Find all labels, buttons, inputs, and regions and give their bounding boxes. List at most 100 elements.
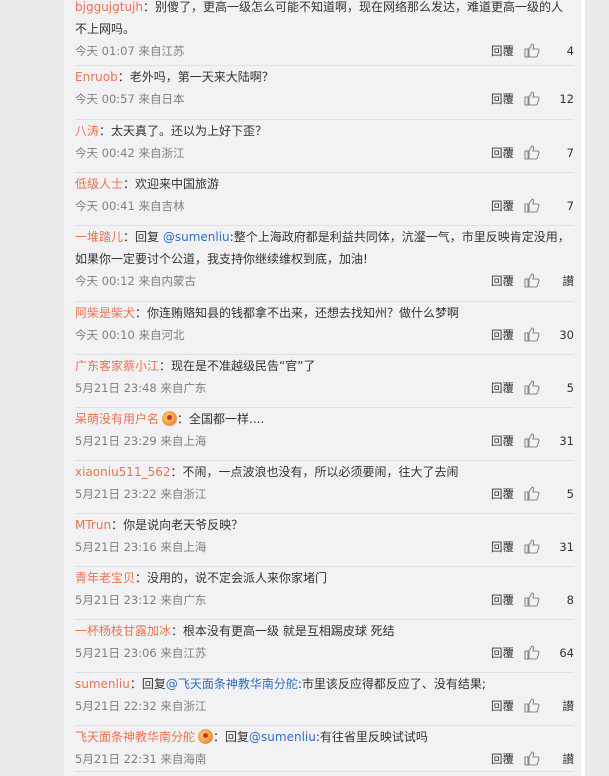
like-button[interactable]: 31 [522, 430, 574, 452]
like-button[interactable]: 讃 [522, 270, 574, 292]
mention-link[interactable]: @sumenliu [249, 730, 316, 744]
like-count: 31 [559, 540, 574, 554]
comment-text: bjggujgtujh：别傻了，更高一级怎么可能不知道啊，现在网络那么发达，难道… [75, 0, 574, 40]
like-count: 12 [559, 92, 574, 106]
comment-username[interactable]: 青年老宝贝 [75, 571, 135, 585]
comment-text: 青年老宝贝：没用的，说不定会派人来你家堵门 [75, 567, 574, 589]
comment-body: ：太天真了。还以为上好下歪？ [99, 124, 268, 138]
comment-item: 一堆踏儿：回复 @sumenliu:整个上海政府都是利益共同体，沆瀣一气，市里反… [75, 226, 574, 302]
comment-meta: 5月21日 23:16 来自上海 回覆 31 [75, 536, 574, 558]
comment-body: ：现在是不准越级民告“官”了 [159, 359, 316, 373]
comment-username[interactable]: 一堆踏儿 [75, 230, 123, 244]
comment-time: 5月21日 23:48 来自广东 [75, 381, 207, 395]
like-count: 7 [566, 146, 574, 160]
reply-button[interactable]: 回覆 [491, 642, 514, 664]
comment-text: 八涛：太天真了。还以为上好下歪？ [75, 120, 574, 142]
comment-body: ：全国都一样.... [177, 412, 265, 426]
reply-button[interactable]: 回覆 [491, 270, 514, 292]
like-button[interactable]: 64 [522, 642, 574, 664]
user-badge-icon [198, 729, 214, 744]
comment-text: xiaoniu511_562：不闹，一点波浪也没有，所以必须要闹，往大了去闹 [75, 461, 574, 483]
comment-item: Enruob：老外吗，第一天来大陆啊？ 今天 00:57 来自日本 回覆 12 [75, 66, 574, 120]
comment-item: 八涛：太天真了。还以为上好下歪？ 今天 00:42 来自浙江 回覆 7 [75, 120, 574, 173]
like-count: 4 [566, 44, 574, 58]
comment-time: 今天 01:07 来自江苏 [75, 44, 185, 58]
reply-button[interactable]: 回覆 [491, 195, 514, 217]
like-count: 64 [559, 646, 574, 660]
thumbs-up-icon [524, 433, 540, 448]
comment-meta: 5月21日 23:48 来自广东 回覆 5 [75, 377, 574, 399]
like-count: 讃 [562, 699, 575, 713]
reply-button[interactable]: 回覆 [491, 536, 514, 558]
comment-username[interactable]: 一杯杨枝甘露加冰 [75, 624, 171, 638]
reply-button[interactable]: 回覆 [491, 377, 514, 399]
comment-username[interactable]: 低级人士 [75, 177, 123, 191]
like-button[interactable]: 30 [522, 324, 574, 346]
thumbs-up-icon [524, 539, 540, 554]
like-button[interactable]: 讃 [522, 748, 574, 770]
comment-username[interactable]: 呆萌没有用户名 [75, 412, 159, 426]
comment-username[interactable]: Enruob [75, 70, 118, 84]
like-button[interactable]: 4 [522, 40, 574, 62]
thumbs-up-icon [524, 91, 540, 106]
thumbs-up-icon [524, 698, 540, 713]
comment-text: 广东客家蔡小江：现在是不准越级民告“官”了 [75, 355, 574, 377]
mention-link[interactable]: @飞天面条神教华南分舵 [166, 677, 298, 691]
comment-username[interactable]: MTrun [75, 518, 111, 532]
like-button[interactable]: 5 [522, 377, 574, 399]
like-count: 8 [566, 593, 574, 607]
like-button[interactable]: 7 [522, 142, 574, 164]
comment-text: 飞天面条神教华南分舵 ：回复@sumenliu:有往省里反映试试吗 [75, 726, 574, 748]
reply-button[interactable]: 回覆 [491, 88, 514, 110]
comment-username[interactable]: bjggujgtujh [75, 0, 143, 14]
comment-username[interactable]: 飞天面条神教华南分舵 [75, 730, 195, 744]
reply-button[interactable]: 回覆 [491, 695, 514, 717]
like-count: 7 [566, 199, 574, 213]
comment-time: 今天 00:10 来自河北 [75, 328, 185, 342]
like-button[interactable]: 12 [522, 88, 574, 110]
comment-item: 一杯杨枝甘露加冰：根本没有更高一级 就是互相踢皮球 死结 5月21日 23:06 … [75, 620, 574, 673]
like-button[interactable]: 8 [522, 589, 574, 611]
comment-meta: 今天 01:07 来自江苏 回覆 4 [75, 40, 574, 62]
comment-body: ：你是说向老天爷反映？ [111, 518, 244, 532]
comment-meta: 今天 00:42 来自浙江 回覆 7 [75, 142, 574, 164]
comment-username[interactable]: 广东客家蔡小江 [75, 359, 159, 373]
reply-button[interactable]: 回覆 [491, 748, 514, 770]
reply-prefix: ：回复 [123, 230, 163, 244]
comment-body: ：不闹，一点波浪也没有，所以必须要闹，往大了去闹 [170, 465, 459, 479]
like-button[interactable]: 讃 [522, 695, 574, 717]
reply-prefix: ：回复 [129, 677, 166, 691]
comment-panel: bjggujgtujh：别傻了，更高一级怎么可能不知道啊，现在网络那么发达，难道… [64, 0, 585, 776]
comment-body: ：欢迎来中国旅游 [123, 177, 220, 191]
thumbs-up-icon [524, 592, 540, 607]
like-count: 5 [566, 487, 574, 501]
like-button[interactable]: 7 [522, 195, 574, 217]
scrollbar-track[interactable] [581, 0, 585, 776]
comment-meta: 5月21日 22:31 来自海南 回覆 讃 [75, 748, 574, 770]
reply-button[interactable]: 回覆 [491, 40, 514, 62]
reply-prefix: ：回复 [213, 730, 250, 744]
reply-button[interactable]: 回覆 [491, 483, 514, 505]
comment-meta: 5月21日 23:29 来自上海 回覆 31 [75, 430, 574, 452]
like-button[interactable]: 5 [522, 483, 574, 505]
comment-meta: 今天 00:41 来自吉林 回覆 7 [75, 195, 574, 217]
reply-button[interactable]: 回覆 [491, 142, 514, 164]
mention-link[interactable]: @sumenliu [163, 230, 230, 244]
comment-time: 5月21日 22:32 来自浙江 [75, 699, 207, 713]
reply-button[interactable]: 回覆 [491, 589, 514, 611]
reply-button[interactable]: 回覆 [491, 324, 514, 346]
comment-body: ：没用的，说不定会派人来你家堵门 [135, 571, 328, 585]
comment-time: 今天 00:42 来自浙江 [75, 146, 185, 160]
comment-username[interactable]: 阿柴是柴犬 [75, 306, 135, 320]
user-badge-icon [162, 411, 178, 426]
reply-button[interactable]: 回覆 [491, 430, 514, 452]
comment-username[interactable]: sumenliu [75, 677, 130, 691]
like-button[interactable]: 31 [522, 536, 574, 558]
comment-username[interactable]: xiaoniu511_562 [75, 465, 170, 479]
comment-meta: 5月21日 23:06 来自江苏 回覆 64 [75, 642, 574, 664]
comment-text: 呆萌没有用户名 ：全国都一样.... [75, 408, 574, 430]
thumbs-up-icon [524, 751, 540, 766]
thumbs-up-icon [524, 380, 540, 395]
comment-meta: 5月21日 22:32 来自浙江 回覆 讃 [75, 695, 574, 717]
comment-username[interactable]: 八涛 [75, 124, 99, 138]
